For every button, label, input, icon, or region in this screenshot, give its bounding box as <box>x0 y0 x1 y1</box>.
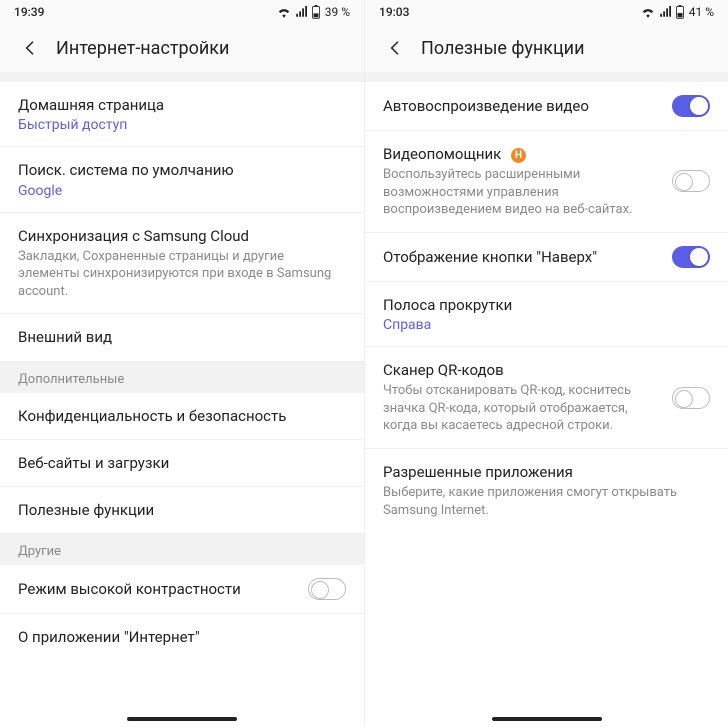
toggle-qr-scanner[interactable] <box>672 387 710 409</box>
row-appearance[interactable]: Внешний вид <box>0 314 364 361</box>
row-autoplay-video[interactable]: Автовоспроизведение видео <box>365 82 728 131</box>
status-bar: 19:39 39 % <box>0 0 364 24</box>
row-title: Поиск. система по умолчанию <box>18 160 346 180</box>
row-value: Google <box>18 183 346 199</box>
row-home-page[interactable]: Домашняя страница Быстрый доступ <box>0 82 364 147</box>
row-go-to-top-button[interactable]: Отображение кнопки "Наверх" <box>365 233 728 282</box>
battery-icon <box>675 5 685 19</box>
battery-icon <box>311 5 321 19</box>
features-list: Автовоспроизведение видео Видеопомощник … <box>365 72 728 727</box>
row-title: Видеопомощник Н <box>383 144 662 164</box>
row-title: Отображение кнопки "Наверх" <box>383 247 662 267</box>
row-title: Внешний вид <box>18 327 346 347</box>
new-badge-icon: Н <box>511 148 526 163</box>
page-title: Интернет-настройки <box>56 38 229 59</box>
screen-useful-features: 19:03 41 % Полезные функции Автовоспроиз… <box>364 0 728 727</box>
header: Полезные функции <box>365 24 728 72</box>
status-battery: 41 % <box>689 5 714 19</box>
section-other: Другие <box>0 534 364 565</box>
row-value: Справа <box>383 317 710 333</box>
row-sites-downloads[interactable]: Веб-сайты и загрузки <box>0 440 364 487</box>
row-subtitle: Закладки, Сохраненные страницы и другие … <box>18 248 346 301</box>
toggle-autoplay[interactable] <box>672 95 710 117</box>
screen-internet-settings: 19:39 39 % Интернет-настройки Домашняя с… <box>0 0 364 727</box>
row-qr-scanner[interactable]: Сканер QR-кодов Чтобы отсканировать QR-к… <box>365 347 728 449</box>
signal-icon <box>659 6 671 18</box>
row-title: Полезные функции <box>18 500 346 520</box>
wifi-icon <box>277 6 291 18</box>
row-useful-features[interactable]: Полезные функции <box>0 487 364 534</box>
toggle-high-contrast[interactable] <box>308 578 346 600</box>
status-icons: 41 % <box>641 5 714 19</box>
row-title: Конфиденциальность и безопасность <box>18 406 346 426</box>
status-time: 19:03 <box>379 5 409 19</box>
row-title: Веб-сайты и загрузки <box>18 453 346 473</box>
row-subtitle: Выберите, какие приложения смогут открыв… <box>383 484 710 519</box>
back-button[interactable] <box>14 32 46 64</box>
row-title: Полоса прокрутки <box>383 295 710 315</box>
row-title: Домашняя страница <box>18 95 346 115</box>
settings-list: Домашняя страница Быстрый доступ Поиск. … <box>0 72 364 727</box>
row-video-assistant[interactable]: Видеопомощник Н Воспользуйтесь расширенн… <box>365 131 728 233</box>
row-samsung-cloud-sync[interactable]: Синхронизация с Samsung Cloud Закладки, … <box>0 213 364 315</box>
row-about[interactable]: О приложении "Интернет" <box>0 614 364 660</box>
status-time: 19:39 <box>14 5 44 19</box>
toggle-go-to-top[interactable] <box>672 246 710 268</box>
home-indicator[interactable] <box>492 717 602 721</box>
row-title: Режим высокой контрастности <box>18 579 298 599</box>
header: Интернет-настройки <box>0 24 364 72</box>
toggle-video-assistant[interactable] <box>672 170 710 192</box>
row-subtitle: Воспользуйтесь расширенными возможностям… <box>383 166 662 219</box>
row-high-contrast[interactable]: Режим высокой контрастности <box>0 565 364 614</box>
wifi-icon <box>641 6 655 18</box>
row-title: Синхронизация с Samsung Cloud <box>18 226 346 246</box>
row-allowed-apps[interactable]: Разрешенные приложения Выберите, какие п… <box>365 449 728 532</box>
back-button[interactable] <box>379 32 411 64</box>
status-bar: 19:03 41 % <box>365 0 728 24</box>
row-privacy-security[interactable]: Конфиденциальность и безопасность <box>0 393 364 440</box>
page-title: Полезные функции <box>421 38 584 59</box>
section-additional: Дополнительные <box>0 362 364 393</box>
row-title: Автовоспроизведение видео <box>383 96 662 116</box>
row-scrollbar[interactable]: Полоса прокрутки Справа <box>365 282 728 347</box>
row-title: Сканер QR-кодов <box>383 360 662 380</box>
row-title: О приложении "Интернет" <box>18 627 346 647</box>
row-title: Разрешенные приложения <box>383 462 710 482</box>
row-subtitle: Чтобы отсканировать QR-код, коснитесь зн… <box>383 382 662 435</box>
chevron-left-icon <box>385 38 405 58</box>
row-value: Быстрый доступ <box>18 117 346 133</box>
signal-icon <box>295 6 307 18</box>
chevron-left-icon <box>20 38 40 58</box>
row-default-search[interactable]: Поиск. система по умолчанию Google <box>0 147 364 212</box>
status-icons: 39 % <box>277 5 350 19</box>
status-battery: 39 % <box>325 5 350 19</box>
home-indicator[interactable] <box>127 717 237 721</box>
